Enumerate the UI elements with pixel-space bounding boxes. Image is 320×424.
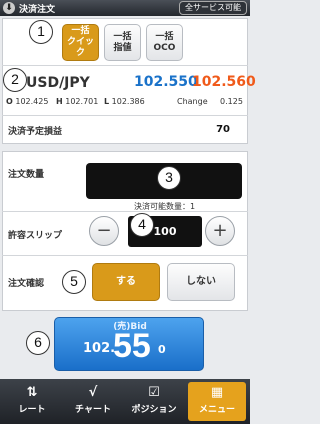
order-type-oco-button[interactable]: 一括 OCO: [146, 24, 183, 61]
high-stat: H 102.701: [56, 97, 99, 106]
change-value: 0.125: [220, 97, 243, 106]
annotation-6: 6: [26, 331, 50, 355]
slippage-plus-button[interactable]: +: [205, 216, 235, 246]
divider: [2, 255, 248, 256]
annotation-2: 2: [3, 68, 27, 92]
sell-button[interactable]: (売)Bid 102. 55 0: [54, 317, 204, 371]
sell-price-fraction: 0: [158, 343, 166, 356]
arrow-down-icon[interactable]: ⬇: [3, 2, 15, 14]
divider: [2, 65, 248, 66]
order-type-limit-button[interactable]: 一括 指値: [104, 24, 141, 61]
ask-price: 102.560: [192, 74, 256, 90]
annotation-3: 3: [157, 166, 181, 190]
divider: [2, 211, 248, 212]
low-stat: L 102.386: [104, 97, 145, 106]
slippage-minus-button[interactable]: −: [89, 216, 119, 246]
open-stat: O 102.425: [6, 97, 49, 106]
chart-icon: √: [88, 385, 98, 400]
grid-icon: ▦: [210, 385, 224, 400]
tab-chart[interactable]: √ チャート: [64, 382, 122, 421]
title-bar: ⬇ 決済注文 全サービス可能: [0, 0, 250, 16]
bid-price: 102.550: [134, 74, 198, 90]
order-type-quick-button[interactable]: 一括 クイック: [62, 24, 99, 61]
sell-price-int: 102.: [83, 341, 116, 356]
change-label: Change: [177, 97, 208, 106]
all-services-badge[interactable]: 全サービス可能: [179, 1, 247, 15]
tab-menu[interactable]: ▦ メニュー: [188, 382, 246, 421]
annotation-4: 4: [130, 213, 154, 237]
divider: [2, 115, 248, 116]
checkbox-icon: ☑: [148, 385, 160, 400]
quantity-label: 注文数量: [8, 170, 45, 180]
slippage-label: 許容スリップ: [8, 231, 63, 241]
annotation-5: 5: [62, 270, 86, 294]
currency-pair: USD/JPY: [26, 75, 90, 91]
sort-arrows-icon: ⇅: [26, 385, 38, 400]
pnl-label: 決済予定損益: [8, 127, 63, 137]
tab-bar: ⇅ レート √ チャート ☑ ポジション ▦ メニュー: [0, 379, 250, 424]
tab-position[interactable]: ☑ ポジション: [125, 382, 183, 421]
sell-price-pips: 55: [113, 327, 151, 365]
confirm-no-button[interactable]: しない: [167, 263, 235, 301]
confirm-yes-button[interactable]: する: [92, 263, 160, 301]
pnl-value: 70: [216, 124, 230, 135]
tab-rate[interactable]: ⇅ レート: [3, 382, 61, 421]
confirm-label: 注文確認: [8, 279, 45, 289]
page-title: 決済注文: [19, 5, 56, 15]
annotation-1: 1: [29, 20, 53, 44]
